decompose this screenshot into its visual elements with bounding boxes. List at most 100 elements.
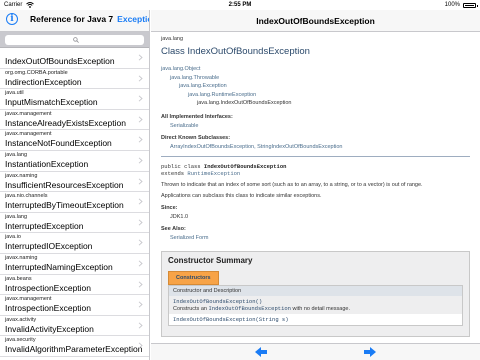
since-label: Since: bbox=[161, 204, 178, 211]
class-name-label: InterruptedIOException bbox=[5, 241, 93, 252]
chevron-right-icon bbox=[138, 260, 143, 267]
search-input[interactable] bbox=[5, 35, 144, 45]
chevron-right-icon bbox=[138, 178, 143, 185]
package-label: java.io bbox=[5, 234, 21, 241]
package-label: java.nio.channels bbox=[5, 193, 48, 200]
hierarchy-link[interactable]: java.lang.Throwable bbox=[161, 74, 470, 83]
clock: 2:55 PM bbox=[228, 2, 252, 8]
class-name-label: IndirectionException bbox=[5, 76, 82, 87]
class-list: IndexOutOfBoundsException org.omg.CORBA.p… bbox=[0, 48, 149, 357]
class-description: Thrown to indicate that an index of some… bbox=[161, 181, 423, 188]
package-label bbox=[5, 49, 149, 56]
class-list-item[interactable]: java.nio.channels InterruptedByTimeoutExc… bbox=[0, 192, 149, 213]
chevron-right-icon bbox=[138, 239, 143, 246]
bottom-toolbar bbox=[151, 343, 480, 360]
hierarchy-link[interactable]: java.lang.Exception bbox=[161, 82, 470, 91]
chevron-right-icon bbox=[138, 342, 143, 349]
chevron-right-icon bbox=[138, 54, 143, 61]
package-label: org.omg.CORBA.portable bbox=[5, 69, 68, 76]
left-nav-bar: i Reference for Java 7Exception bbox=[0, 10, 149, 32]
chevron-right-icon bbox=[138, 157, 143, 164]
constructor-desc: Constructs an IndexOutOfBoundsException … bbox=[173, 304, 350, 312]
package-label: java.security bbox=[5, 337, 36, 344]
class-hierarchy: java.lang.Object java.lang.Throwable jav… bbox=[161, 65, 470, 108]
package-label: java.util bbox=[5, 90, 24, 97]
class-list-item[interactable]: java.security InvalidAlgorithmParameterEx… bbox=[0, 336, 149, 357]
class-list-item[interactable]: javax.management IntrospectionException bbox=[0, 295, 149, 316]
chevron-right-icon bbox=[138, 116, 143, 123]
chevron-right-icon bbox=[138, 322, 143, 329]
class-list-item[interactable]: javax.naming InsufficientResourcesExcepti… bbox=[0, 172, 149, 193]
class-name-label: InputMismatchException bbox=[5, 97, 98, 108]
class-description-2: Applications can subclass this class to … bbox=[161, 192, 322, 199]
class-name-label: InstantiationException bbox=[5, 158, 89, 169]
interfaces-link[interactable]: Serializable bbox=[170, 123, 470, 129]
see-also-link[interactable]: Serialized Form bbox=[170, 235, 470, 241]
package-label: javax.management bbox=[5, 131, 52, 138]
table-row: IndexOutOfBoundsException() Constructs a… bbox=[169, 295, 462, 314]
hierarchy-link[interactable]: java.lang.RuntimeException bbox=[161, 91, 470, 100]
battery-icon bbox=[463, 3, 478, 8]
info-icon[interactable]: i bbox=[6, 13, 18, 25]
class-list-item[interactable]: javax.management InstanceNotFoundExceptio… bbox=[0, 130, 149, 151]
constructor-link[interactable]: IndexOutOfBoundsException(String s) bbox=[173, 316, 458, 323]
class-name-label: InstanceNotFoundException bbox=[5, 138, 112, 149]
hierarchy-link[interactable]: java.lang.Object bbox=[161, 65, 470, 74]
class-list-item[interactable]: java.lang InstantiationException bbox=[0, 151, 149, 172]
chevron-right-icon bbox=[138, 301, 143, 308]
back-arrow-icon[interactable] bbox=[255, 347, 267, 357]
chevron-right-icon bbox=[138, 136, 143, 143]
class-name-label: InterruptedByTimeoutException bbox=[5, 200, 124, 211]
exception-filter-button[interactable]: Exception bbox=[117, 14, 149, 24]
class-list-item[interactable]: javax.naming InterruptedNamingException bbox=[0, 254, 149, 275]
class-list-item[interactable]: java.beans IntrospectionException bbox=[0, 275, 149, 296]
class-name-label: InvalidAlgorithmParameterException bbox=[5, 344, 143, 355]
interfaces-label: All Implemented Interfaces: bbox=[161, 113, 233, 120]
search-icon bbox=[73, 37, 79, 43]
constructor-link[interactable]: IndexOutOfBoundsException() bbox=[173, 298, 458, 305]
summary-title: Constructor Summary bbox=[168, 255, 253, 265]
class-list-item[interactable]: IndexOutOfBoundsException bbox=[0, 48, 149, 69]
package-label: javax.management bbox=[5, 296, 52, 303]
package-label: javax.management bbox=[5, 110, 52, 117]
class-name-label: InterruptedException bbox=[5, 220, 84, 231]
class-name-label: IndexOutOfBoundsException bbox=[5, 56, 115, 66]
divider bbox=[161, 155, 470, 157]
package-label: javax.activity bbox=[5, 316, 37, 323]
class-list-item[interactable]: java.lang InterruptedException bbox=[0, 213, 149, 234]
chevron-right-icon bbox=[138, 95, 143, 102]
package-label: java.lang bbox=[5, 151, 28, 158]
table-row: IndexOutOfBoundsException(String s) bbox=[169, 314, 462, 325]
class-list-item[interactable]: java.io InterruptedIOException bbox=[0, 233, 149, 254]
package-name: java.lang bbox=[161, 36, 184, 42]
class-declaration: public class IndexOutOfBoundsException e… bbox=[161, 162, 287, 177]
since-value: JDK1.0 bbox=[170, 213, 189, 220]
class-list-item[interactable]: javax.activity InvalidActivityException bbox=[0, 316, 149, 337]
class-list-item[interactable]: org.omg.CORBA.portable IndirectionExcepti… bbox=[0, 69, 149, 90]
hierarchy-current: java.lang.IndexOutOfBoundsException bbox=[197, 100, 292, 106]
subclasses-links[interactable]: ArrayIndexOutOfBoundsException, StringIn… bbox=[170, 144, 470, 150]
subclasses-label: Direct Known Subclasses: bbox=[161, 134, 231, 141]
class-list-item[interactable]: javax.management InstanceAlreadyExistsExc… bbox=[0, 110, 149, 131]
package-label: javax.naming bbox=[5, 172, 38, 179]
class-list-item[interactable]: java.util InputMismatchException bbox=[0, 89, 149, 110]
package-label: java.lang bbox=[5, 213, 28, 220]
chevron-right-icon bbox=[138, 219, 143, 226]
class-name-label: InstanceAlreadyExistsException bbox=[5, 117, 126, 128]
battery-percent: 100% bbox=[444, 2, 460, 8]
class-heading: Class IndexOutOfBoundsException bbox=[161, 46, 310, 57]
search-bar bbox=[0, 32, 149, 48]
chevron-right-icon bbox=[138, 280, 143, 288]
class-name-label: InterruptedNamingException bbox=[5, 261, 113, 272]
forward-arrow-icon[interactable] bbox=[364, 347, 376, 357]
superclass-link[interactable]: RuntimeException bbox=[187, 170, 240, 177]
left-nav-title: Reference for Java 7Exception bbox=[30, 14, 149, 24]
package-label: java.beans bbox=[5, 275, 32, 282]
right-nav-bar: IndexOutOfBoundsException bbox=[151, 10, 480, 32]
class-list-pane: i Reference for Java 7Exception IndexOut… bbox=[0, 10, 150, 360]
chevron-right-icon bbox=[138, 75, 143, 82]
class-name-label: InvalidActivityException bbox=[5, 323, 94, 334]
class-name-label: IntrospectionException bbox=[5, 303, 91, 314]
constructors-tab: Constructors bbox=[168, 270, 219, 285]
package-label: javax.naming bbox=[5, 254, 38, 261]
